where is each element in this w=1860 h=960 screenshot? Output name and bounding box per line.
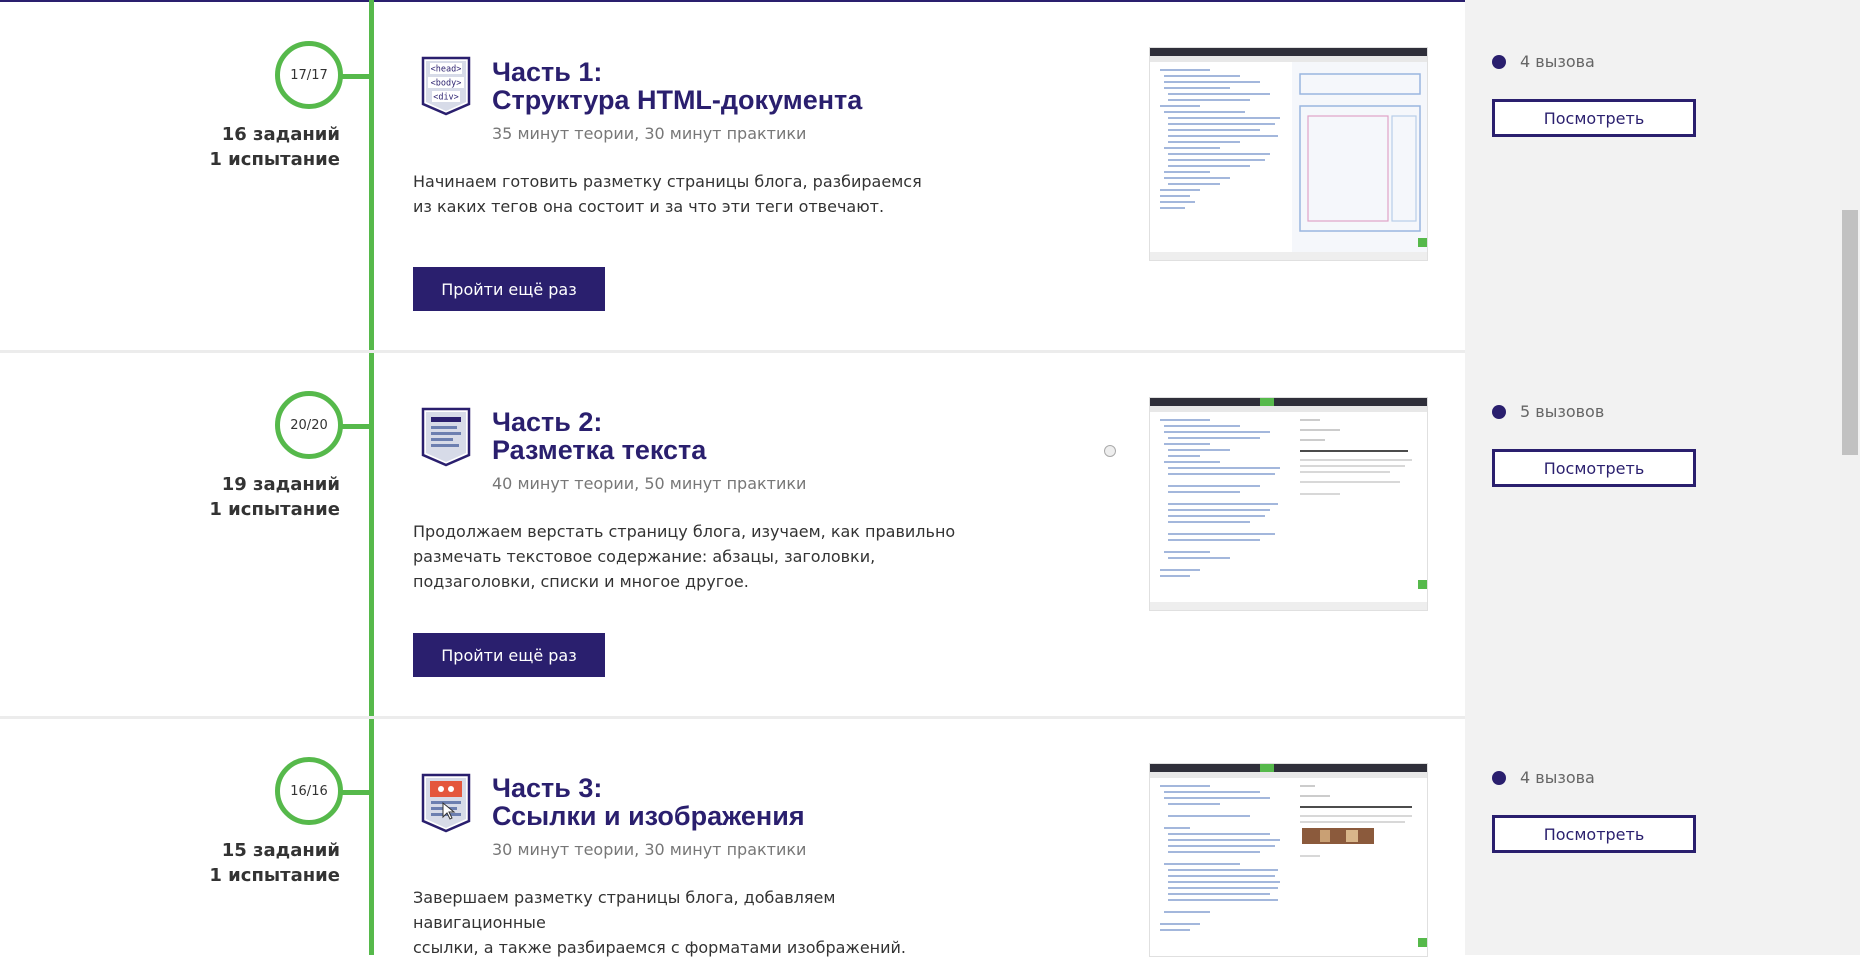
part-title[interactable]: Часть 3: Ссылки и изображения xyxy=(492,774,1112,830)
text-document-icon xyxy=(421,407,471,467)
part-name: Разметка текста xyxy=(492,435,707,465)
part-number: Часть 2: xyxy=(492,407,603,437)
challenges-count: 4 вызова xyxy=(1492,768,1812,787)
timeline-connector xyxy=(341,790,371,795)
progress-badge: 17/17 xyxy=(275,41,343,109)
timeline-connector xyxy=(341,424,371,429)
retry-button[interactable]: Пройти ещё раз xyxy=(413,633,605,677)
part-description: Продолжаем верстать страницу блога, изуч… xyxy=(413,519,973,594)
desc-line: размечать текстовое содержание: абзацы, … xyxy=(413,547,876,566)
progress-badge: 16/16 xyxy=(275,757,343,825)
part-stats: 16 заданий 1 испытание xyxy=(140,122,340,172)
progress-count: 17/17 xyxy=(290,67,328,83)
section-divider xyxy=(0,716,1465,719)
cursor-indicator xyxy=(1104,445,1116,457)
icon-text: <head> xyxy=(431,65,462,75)
challenges-label: 4 вызова xyxy=(1520,768,1595,787)
challenges-count: 5 вызовов xyxy=(1492,402,1812,421)
part-preview-image[interactable] xyxy=(1149,397,1428,611)
scrollbar-track[interactable] xyxy=(1840,0,1860,955)
part-duration: 35 минут теории, 30 минут практики xyxy=(492,124,807,143)
desc-line: Продолжаем верстать страницу блога, изуч… xyxy=(413,522,956,541)
desc-line: подзаголовки, списки и многое другое. xyxy=(413,572,749,591)
part-preview-image[interactable] xyxy=(1149,47,1428,261)
part-description: Начинаем готовить разметку страницы блог… xyxy=(413,169,973,219)
part-duration: 40 минут теории, 50 минут практики xyxy=(492,474,807,493)
part-name: Ссылки и изображения xyxy=(492,801,805,831)
tasks-count: 15 заданий xyxy=(221,840,340,861)
progress-count: 16/16 xyxy=(290,783,328,799)
desc-line: из каких тегов она состоит и за что эти … xyxy=(413,197,885,216)
tests-count: 1 испытание xyxy=(209,499,340,520)
image-link-icon xyxy=(421,773,471,833)
icon-text: <div> xyxy=(433,93,459,103)
part-description: Завершаем разметку страницы блога, добав… xyxy=(413,885,973,960)
progress-timeline xyxy=(369,0,374,955)
bullet-dot-icon xyxy=(1492,770,1506,785)
view-challenges-button[interactable]: Посмотреть xyxy=(1492,449,1696,487)
part-preview-image[interactable] xyxy=(1149,763,1428,957)
part-number: Часть 3: xyxy=(492,773,603,803)
section-divider xyxy=(0,350,1465,353)
tests-count: 1 испытание xyxy=(209,865,340,886)
tests-count: 1 испытание xyxy=(209,149,340,170)
timeline-connector xyxy=(341,74,371,79)
challenges-label: 5 вызовов xyxy=(1520,402,1605,421)
view-challenges-button[interactable]: Посмотреть xyxy=(1492,815,1696,853)
part-title[interactable]: Часть 1: Структура HTML-документа xyxy=(492,58,1112,114)
tasks-count: 16 заданий xyxy=(221,124,340,145)
part-title[interactable]: Часть 2: Разметка текста xyxy=(492,408,1112,464)
part-stats: 15 заданий 1 испытание xyxy=(140,838,340,888)
progress-badge: 20/20 xyxy=(275,391,343,459)
progress-count: 20/20 xyxy=(290,417,328,433)
part-name: Структура HTML-документа xyxy=(492,85,863,115)
desc-line: Завершаем разметку страницы блога, добав… xyxy=(413,888,836,932)
scrollbar-thumb[interactable] xyxy=(1842,210,1858,455)
part-number: Часть 1: xyxy=(492,57,603,87)
challenges-count: 4 вызова xyxy=(1492,52,1812,71)
tasks-count: 19 заданий xyxy=(221,474,340,495)
desc-line: Начинаем готовить разметку страницы блог… xyxy=(413,172,922,191)
icon-text: <body> xyxy=(431,79,462,89)
bullet-dot-icon xyxy=(1492,54,1506,69)
view-challenges-button[interactable]: Посмотреть xyxy=(1492,99,1696,137)
part-stats: 19 заданий 1 испытание xyxy=(140,472,340,522)
bullet-dot-icon xyxy=(1492,404,1506,419)
retry-button[interactable]: Пройти ещё раз xyxy=(413,267,605,311)
html-tags-icon: <head> <body> <div> xyxy=(421,56,471,116)
challenges-label: 4 вызова xyxy=(1520,52,1595,71)
desc-line: ссылки, а также разбираемся с форматами … xyxy=(413,938,907,957)
part-duration: 30 минут теории, 30 минут практики xyxy=(492,840,807,859)
